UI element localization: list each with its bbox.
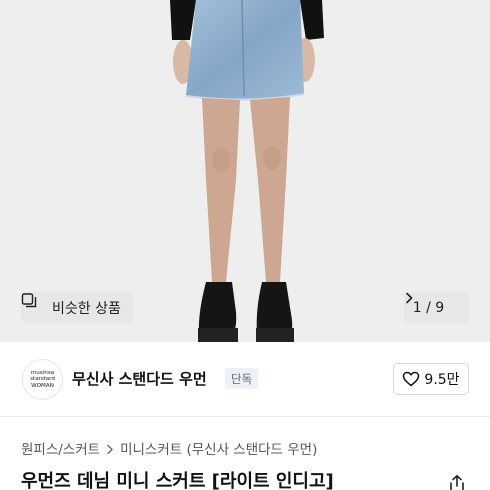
brand-name-link[interactable]: 무신사 스탠다드 우먼: [72, 368, 207, 389]
breadcrumb: 원피스/스커트 미니스커트 (무신사 스탠다드 우먼): [21, 438, 317, 458]
heart-icon: [402, 371, 420, 387]
image-pager[interactable]: 1 / 9: [404, 292, 469, 323]
product-image-gallery[interactable]: 비슷한 상품 1 / 9: [0, 0, 490, 342]
like-button[interactable]: 9.5만: [393, 363, 469, 395]
brand-logo[interactable]: musinsa standard WOMAN: [22, 359, 63, 400]
product-title: 우먼즈 데님 미니 스커트 [라이트 인디고]: [21, 471, 334, 490]
similar-items-button[interactable]: 비슷한 상품: [21, 292, 134, 323]
product-photo: [0, 0, 490, 342]
breadcrumb-item-category[interactable]: 원피스/스커트: [21, 438, 100, 458]
chevron-right-icon: [106, 443, 114, 454]
chevron-right-icon: [406, 292, 460, 314]
similar-items-label: 비슷한 상품: [52, 300, 121, 317]
share-icon[interactable]: [447, 474, 467, 490]
exclusive-badge: 단독: [225, 368, 259, 389]
brand-row: musinsa standard WOMAN 무신사 스탠다드 우먼 단독 9.…: [0, 342, 490, 416]
breadcrumb-item-subcategory[interactable]: 미니스커트 (무신사 스탠다드 우먼): [120, 438, 317, 458]
pager-counter: 1 / 9: [412, 299, 445, 316]
brand-logo-line: WOMAN: [31, 382, 54, 389]
like-count: 9.5만: [424, 372, 460, 388]
section-divider: [0, 416, 490, 417]
similar-items-icon: [21, 293, 46, 316]
